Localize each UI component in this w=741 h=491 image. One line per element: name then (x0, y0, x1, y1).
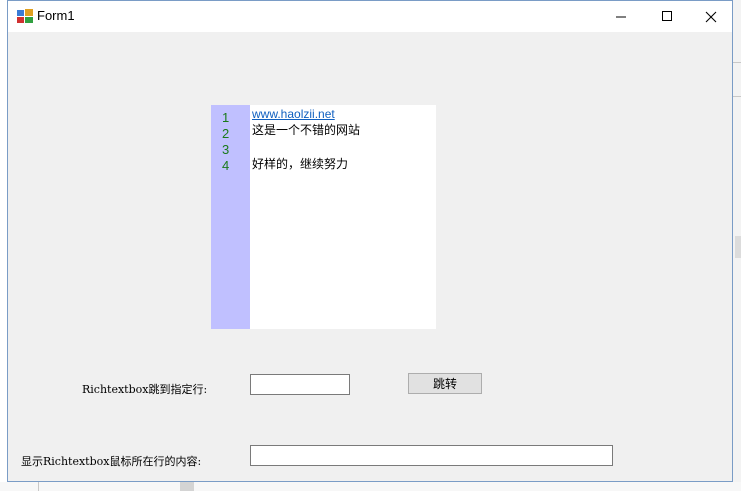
website-link[interactable]: www.haolzii.net (252, 107, 335, 121)
goto-button[interactable]: 跳转 (408, 373, 482, 394)
mouse-line-label: 显示Richtextbox鼠标所在行的内容: (21, 455, 202, 468)
maximize-button[interactable] (644, 1, 690, 32)
minimize-button[interactable] (598, 1, 644, 32)
line-number: 4 (222, 158, 230, 173)
background-divider (38, 482, 39, 491)
minimize-icon (615, 16, 626, 18)
window-title: Form1 (37, 8, 75, 23)
line-number: 1 (222, 110, 230, 125)
close-button[interactable] (688, 1, 734, 32)
maximize-icon (661, 11, 672, 21)
close-icon (705, 11, 717, 22)
background-block (735, 236, 741, 258)
background-block (180, 482, 194, 491)
goto-line-input[interactable] (250, 374, 350, 395)
line-number-gutter: 1 2 3 4 (211, 105, 250, 329)
line-number: 3 (222, 142, 230, 157)
goto-line-label: Richtextbox跳到指定行: (82, 383, 208, 396)
richtextbox-line: www.haolzii.net (252, 106, 335, 122)
richtextbox-line: 好样的，继续努力 (252, 157, 349, 171)
richtextbox[interactable]: 1 2 3 4 www.haolzii.net 这是一个不错的网站 好样的，继续… (211, 105, 436, 329)
richtextbox-line: 这是一个不错的网站 (252, 123, 361, 137)
background-divider (733, 62, 741, 63)
background-app-bottom (0, 482, 741, 491)
form-client-area: 1 2 3 4 www.haolzii.net 这是一个不错的网站 好样的，继续… (8, 32, 732, 482)
line-number: 2 (222, 126, 230, 141)
form-window: Form1 1 2 3 4 www.haolzii.net 这是一个不错的网站 … (7, 0, 733, 482)
background-app-edge (733, 0, 741, 491)
app-icon (17, 9, 33, 23)
title-bar[interactable]: Form1 (8, 1, 732, 32)
background-divider (733, 96, 741, 97)
mouse-line-content-input[interactable] (250, 445, 613, 466)
